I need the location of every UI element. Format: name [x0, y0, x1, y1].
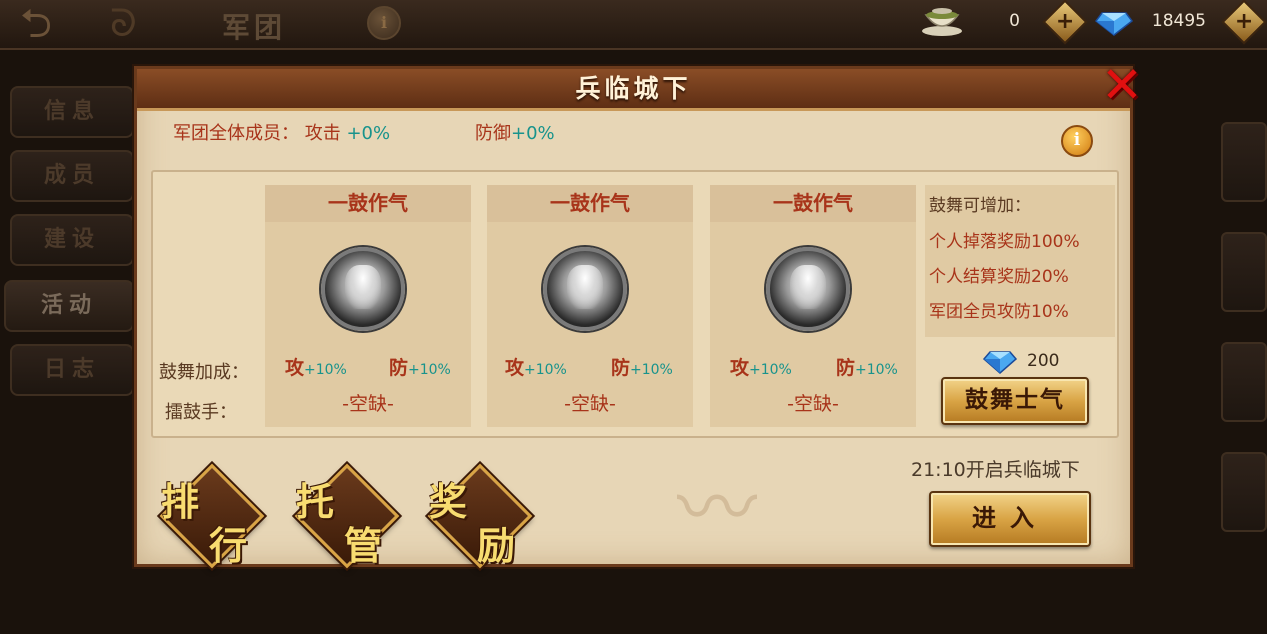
ranking-button[interactable]: 排 行 [157, 461, 267, 571]
diamond-icon [1092, 7, 1136, 37]
diamond-icon [982, 347, 1018, 375]
drum-attack: 攻+10% [505, 357, 567, 379]
drum-slot[interactable]: 一鼓作气 攻+10% 防+10% -空缺- [265, 185, 471, 427]
cheer-cost-value: 200 [1027, 351, 1060, 371]
drum-icon[interactable] [766, 247, 850, 331]
background-button [1221, 452, 1267, 532]
drum-panel: 鼓舞加成： 擂鼓手： 一鼓作气 攻+10% 防+10% -空缺- 一鼓作气 攻+… [151, 170, 1119, 438]
drum-attack: 攻+10% [285, 357, 347, 379]
cheer-button[interactable]: 鼓舞士气 [941, 377, 1089, 425]
drum-title: 一鼓作气 [487, 185, 693, 222]
rewards-button[interactable]: 奖 励 [425, 461, 535, 571]
nav-item-build[interactable]: 建设 [10, 214, 134, 266]
add-tea-button[interactable]: + [1042, 0, 1088, 45]
drummer-status: -空缺- [342, 393, 394, 415]
tea-cup-icon [920, 7, 964, 37]
cheer-bonus-label: 鼓舞加成： [159, 362, 249, 383]
drum-defense: 防+10% [836, 357, 898, 379]
attack-bonus-value: +0% [346, 123, 391, 144]
cloud-ornament-icon: 〰 [677, 462, 757, 555]
gem-currency [1092, 4, 1136, 40]
cheer-effect: 个人结算奖励20% [929, 267, 1069, 287]
background-button [1221, 232, 1267, 312]
legion-bonus: 军团全体成员： 攻击 +0% [173, 119, 390, 145]
drum-icon[interactable] [321, 247, 405, 331]
open-time: 21:10开启兵临城下 [911, 459, 1080, 481]
page-title: 军团 [222, 11, 287, 44]
back-arrow-icon[interactable]: ⮌ [20, 4, 120, 44]
defense-bonus: 防御+0% [475, 119, 555, 145]
drum-title: 一鼓作气 [710, 185, 916, 222]
cheer-cost: 200 [982, 347, 1060, 375]
dialog-header: 兵临城下 [137, 69, 1130, 111]
drum-title: 一鼓作气 [265, 185, 471, 222]
background-right-panel [1127, 82, 1267, 552]
gem-count: 18495 [1151, 11, 1206, 31]
enter-button[interactable]: 进入 [929, 491, 1091, 547]
defense-bonus-value: +0% [511, 123, 555, 144]
dialog-title: 兵临城下 [575, 74, 692, 103]
drummer-status: -空缺- [564, 393, 616, 415]
background-button [1221, 122, 1267, 202]
tea-currency [920, 4, 964, 40]
nav-item-activity[interactable]: 活动 [4, 280, 134, 332]
drum-icon[interactable] [543, 247, 627, 331]
add-gems-button[interactable]: + [1221, 0, 1267, 45]
info-icon[interactable]: i [367, 6, 401, 40]
nav-item-info[interactable]: 信息 [10, 86, 134, 138]
top-bar: ⮌ ᘐ 军团 i 0 + 18495 + [0, 0, 1267, 50]
cheer-effect: 军团全员攻防10% [929, 302, 1069, 322]
tea-count: 0 [1009, 11, 1020, 31]
drum-defense: 防+10% [611, 357, 673, 379]
auto-manage-button[interactable]: 托 管 [292, 461, 402, 571]
close-button[interactable]: ✕ [1099, 60, 1145, 110]
defense-label: 防御 [475, 123, 511, 144]
drum-attack: 攻+10% [730, 357, 792, 379]
cheer-effect: 个人掉落奖励100% [929, 232, 1080, 252]
siege-dialog: 兵临城下 ✕ 军团全体成员： 攻击 +0% 防御+0% i 鼓舞加成： 擂鼓手：… [134, 60, 1143, 569]
cheer-title: 鼓舞可增加： [929, 196, 1031, 216]
drum-slot[interactable]: 一鼓作气 攻+10% 防+10% -空缺- [710, 185, 916, 427]
drum-defense: 防+10% [389, 357, 451, 379]
drum-slot[interactable]: 一鼓作气 攻+10% 防+10% -空缺- [487, 185, 693, 427]
attack-label: 攻击 [304, 123, 341, 144]
drummer-label: 擂鼓手： [165, 402, 237, 423]
cheer-info: 鼓舞可增加： 个人掉落奖励100% 个人结算奖励20% 军团全员攻防10% [925, 185, 1115, 337]
nav-item-log[interactable]: 日志 [10, 344, 134, 396]
bonus-label: 军团全体成员： [173, 123, 299, 144]
background-button [1221, 342, 1267, 422]
info-icon[interactable]: i [1061, 125, 1093, 157]
drummer-status: -空缺- [787, 393, 839, 415]
nav-item-members[interactable]: 成员 [10, 150, 134, 202]
scroll-ornament-icon: ᘐ [110, 1, 137, 45]
